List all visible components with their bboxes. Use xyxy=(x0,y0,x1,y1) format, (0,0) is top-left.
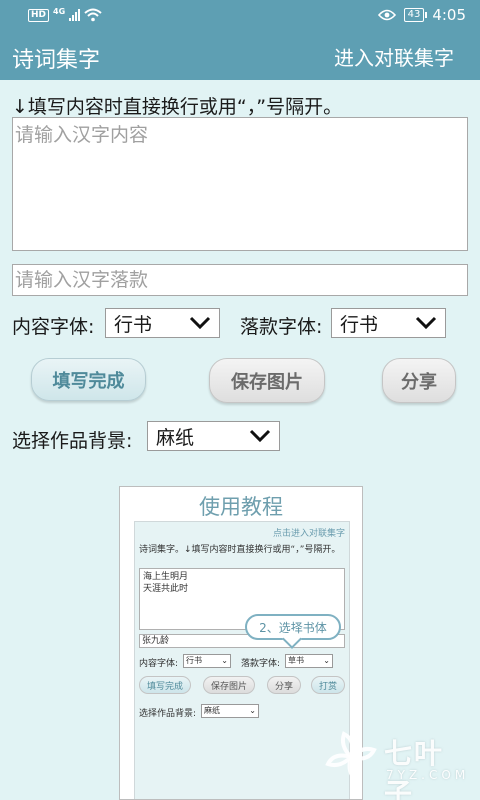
mini-background-label: 选择作品背景: xyxy=(139,709,197,719)
tutorial-callout: 2、选择书体 xyxy=(245,614,341,640)
leaf-logo-icon xyxy=(325,731,377,783)
tutorial-title: 使用教程 xyxy=(199,495,283,519)
chevron-down-icon: ⌄ xyxy=(323,656,330,665)
mini-background-value: 麻纸 xyxy=(204,706,220,715)
save-image-button[interactable]: 保存图片 xyxy=(209,358,325,403)
tutorial-screenshot: 点击进入对联集字 诗词集字。↓填写内容时直接换行或用“，”号隔开。 海上生明月 … xyxy=(134,521,350,799)
mini-content-line: 天涯共此时 xyxy=(143,584,189,594)
mini-share-button: 分享 xyxy=(267,676,301,694)
content-font-label: 内容字体: xyxy=(12,316,95,338)
watermark: 七叶子 7YZ.COM xyxy=(322,728,472,800)
mini-background-select: 麻纸 ⌄ xyxy=(201,704,259,718)
background-value: 麻纸 xyxy=(156,426,195,449)
eye-icon xyxy=(377,9,396,21)
content-input[interactable] xyxy=(12,117,468,251)
network-type: 4G xyxy=(53,6,66,16)
share-button[interactable]: 分享 xyxy=(382,358,456,403)
mini-couplet-link: 点击进入对联集字 xyxy=(272,529,345,539)
app-toolbar: 诗词集字 进入对联集字 xyxy=(0,32,480,80)
wifi-icon xyxy=(84,8,102,22)
input-hint: ↓填写内容时直接换行或用“，”号隔开。 xyxy=(12,96,343,118)
mini-content-font-select: 行书 ⌄ xyxy=(183,654,231,668)
signature-font-value: 行书 xyxy=(340,313,379,336)
mini-content-font-label: 内容字体: xyxy=(139,659,179,669)
mini-tip-button: 打赏 xyxy=(311,676,345,694)
mini-save-button: 保存图片 xyxy=(203,676,255,694)
status-bar: HD 4G 43 4:05 xyxy=(0,0,480,32)
chevron-down-icon xyxy=(189,316,211,330)
mini-signature-font-select: 草书 ⌄ xyxy=(285,654,333,668)
mini-signature-font-label: 落款字体: xyxy=(241,659,281,669)
mini-fill-done-button: 填写完成 xyxy=(139,676,191,694)
mini-content-font-value: 行书 xyxy=(186,656,202,665)
signal-icon xyxy=(69,9,81,21)
content-font-value: 行书 xyxy=(114,313,153,336)
status-right: 43 4:05 xyxy=(377,6,466,24)
signature-font-label: 落款字体: xyxy=(240,316,323,338)
hd-badge: HD xyxy=(28,8,50,22)
watermark-name: 七叶子 xyxy=(384,737,445,800)
mini-content-line: 海上生明月 xyxy=(143,572,189,582)
mini-signature-font-value: 草书 xyxy=(288,656,304,665)
mini-hint: 诗词集字。↓填写内容时直接换行或用“，”号隔开。 xyxy=(139,545,341,555)
couplet-mode-link[interactable]: 进入对联集字 xyxy=(334,42,454,71)
clock: 4:05 xyxy=(432,6,466,24)
signature-font-select[interactable]: 行书 xyxy=(331,308,446,338)
content-font-select[interactable]: 行书 xyxy=(105,308,220,338)
app-title: 诗词集字 xyxy=(12,48,101,73)
signature-input[interactable] xyxy=(12,264,468,296)
chevron-down-icon xyxy=(249,429,271,443)
chevron-down-icon: ⌄ xyxy=(249,706,256,715)
background-label: 选择作品背景: xyxy=(12,430,133,452)
fill-done-button[interactable]: 填写完成 xyxy=(31,358,146,401)
background-select[interactable]: 麻纸 xyxy=(147,421,280,451)
battery-icon: 43 xyxy=(403,8,428,22)
chevron-down-icon xyxy=(415,316,437,330)
status-left: HD 4G xyxy=(28,6,102,22)
watermark-domain: 7YZ.COM xyxy=(386,768,470,782)
chevron-down-icon: ⌄ xyxy=(221,656,228,665)
